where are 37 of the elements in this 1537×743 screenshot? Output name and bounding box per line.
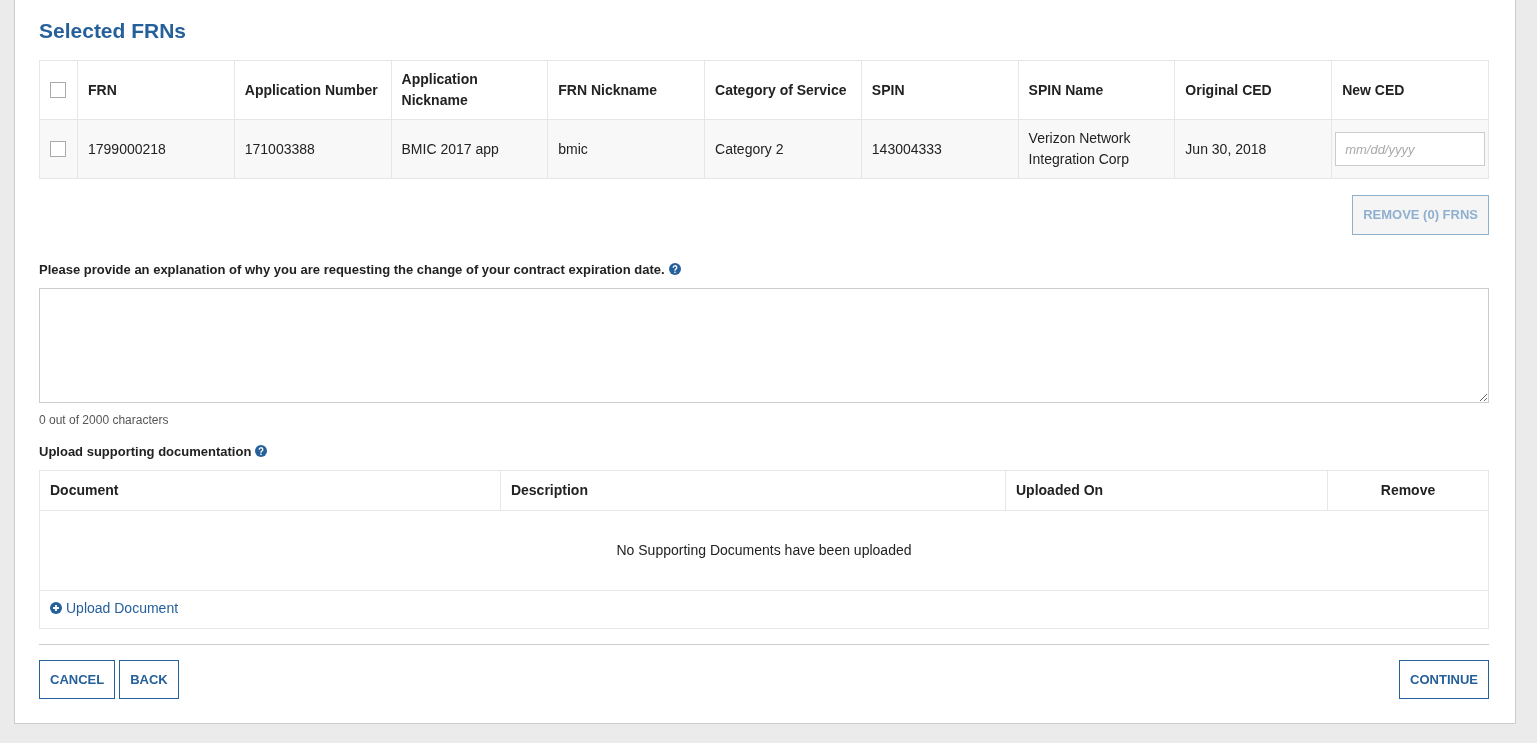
column-header: FRN Nickname	[558, 81, 658, 98]
column-header: SPIN	[871, 81, 905, 98]
select-all-checkbox[interactable]	[50, 82, 66, 99]
column-header: New CED	[1342, 81, 1405, 98]
column-header: FRN	[88, 81, 117, 98]
upload-document-link[interactable]: Upload Document	[50, 597, 179, 619]
table-cell: Category 2	[715, 140, 784, 157]
empty-message: No Supporting Documents have been uploaded	[616, 541, 912, 558]
table-cell: Verizon Network Integration Corp	[1028, 130, 1131, 168]
upload-label: Upload supporting documentation	[39, 443, 252, 459]
character-counter: 0 out of 2000 characters	[39, 411, 170, 429]
column-header: Original CED	[1185, 81, 1272, 98]
footer-button[interactable]: BACK	[119, 659, 179, 700]
column-header: Application Number	[244, 81, 378, 98]
column-header: Description	[510, 481, 588, 498]
footer-button[interactable]: CANCEL	[39, 659, 116, 700]
table-cell: 143004333	[871, 140, 942, 157]
column-header: Application Nickname	[401, 71, 478, 109]
column-header: SPIN Name	[1028, 81, 1104, 98]
date-input-field[interactable]: mm/dd/yyyy	[1335, 132, 1485, 167]
row-checkbox[interactable]	[50, 141, 66, 158]
table-cell: Jun 30, 2018	[1185, 140, 1267, 157]
column-header: Uploaded On	[1016, 481, 1104, 498]
explanation-field[interactable]	[39, 287, 1489, 403]
column-header: Remove	[1380, 481, 1436, 498]
explanation-label: Please provide an explanation of why you are requesting the change of your contract expiration date.	[39, 261, 665, 277]
table-cell: 171003388	[244, 140, 315, 157]
page-title: Selected FRNs	[39, 18, 188, 44]
help-icon[interactable]	[255, 444, 268, 457]
column-header: Document	[50, 481, 119, 498]
footer-button[interactable]: CONTINUE	[1399, 659, 1489, 700]
table-cell: 1799000218	[88, 140, 166, 157]
help-icon[interactable]	[668, 262, 681, 275]
table-cell: bmic	[558, 140, 588, 157]
column-header: Category of Service	[715, 81, 847, 98]
plus-circle-icon	[50, 602, 62, 615]
table-cell: BMIC 2017 app	[401, 140, 499, 157]
